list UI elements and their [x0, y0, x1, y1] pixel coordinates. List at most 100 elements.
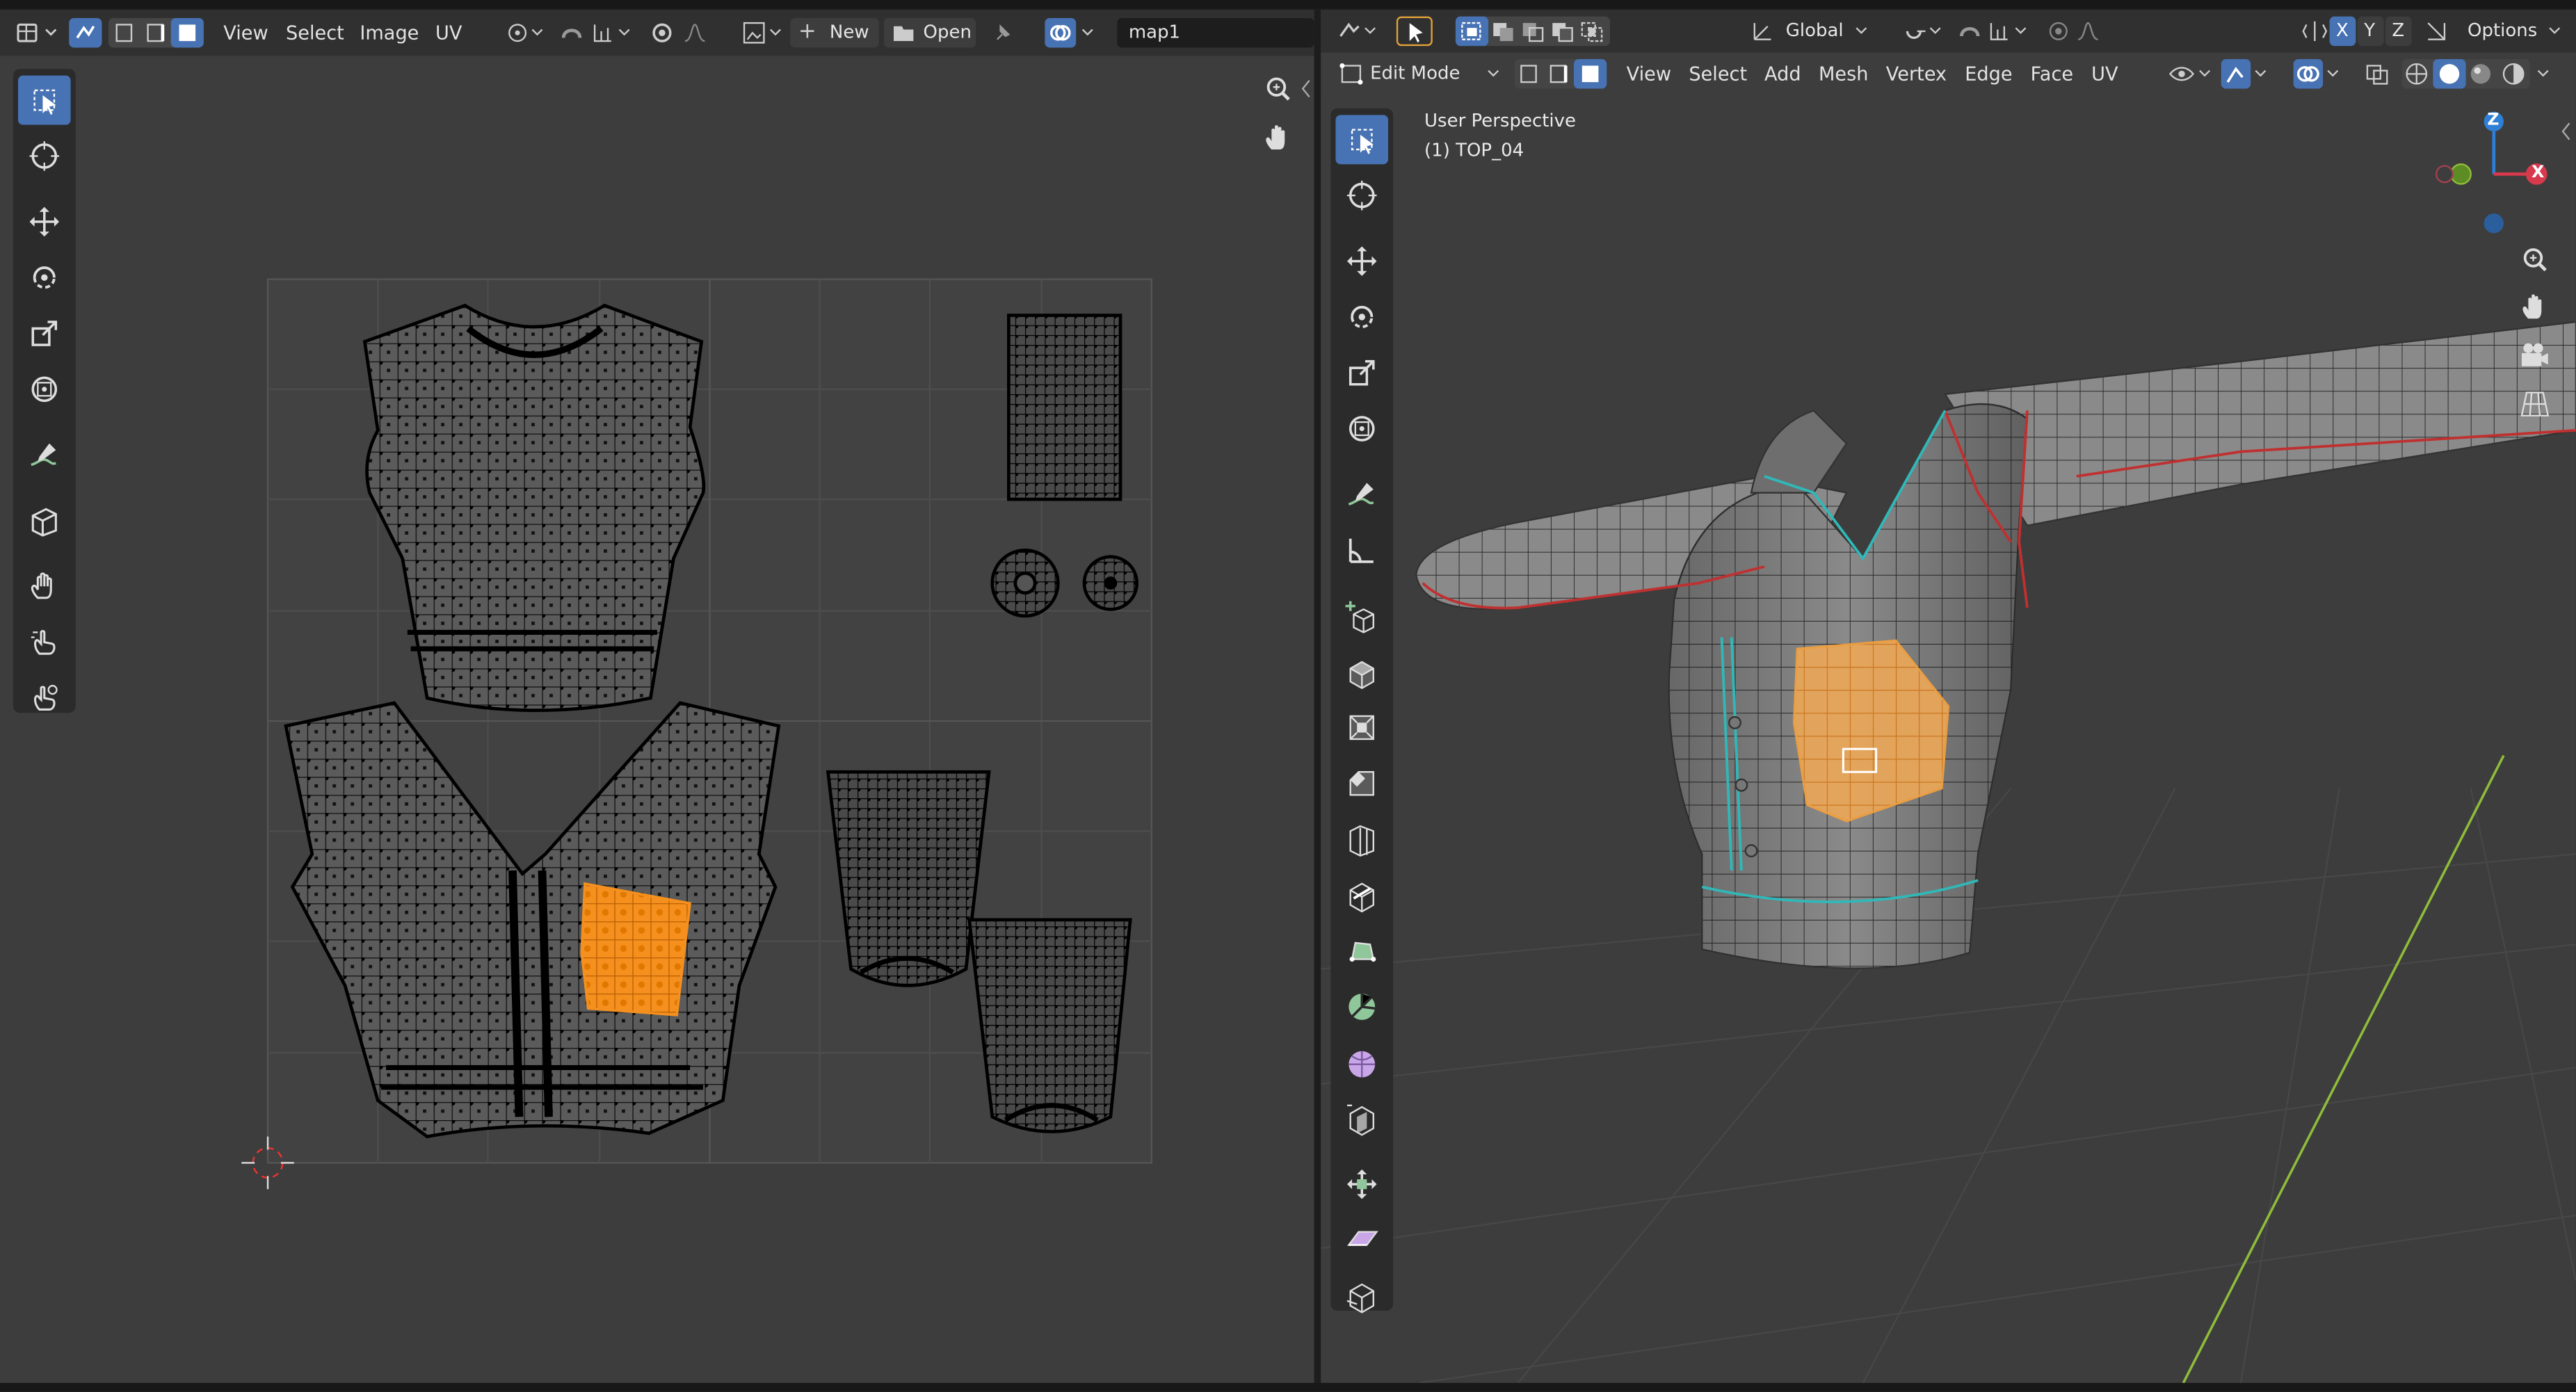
viewport-cursor-tool[interactable] — [1335, 171, 1388, 220]
transform-orientation-dropdown[interactable]: Global — [1745, 17, 1876, 47]
visibility-icon[interactable] — [2165, 59, 2214, 89]
3d-viewport: Global X Y Z Options Edit Mode View Sele… — [1321, 10, 2576, 1383]
select-box-icon — [1351, 129, 1374, 155]
viewport-shear-tool[interactable] — [1335, 1215, 1388, 1265]
viewport-edge-slide-tool[interactable] — [1335, 1094, 1388, 1143]
viewport-knife-tool[interactable] — [1335, 871, 1388, 920]
viewport-bevel-tool[interactable] — [1335, 759, 1388, 808]
viewport-spin-tool[interactable] — [1335, 982, 1388, 1032]
scale-icon — [1349, 359, 1375, 386]
mirror-y-button[interactable]: Y — [2357, 16, 2384, 47]
face-menu[interactable]: Face — [2031, 56, 2073, 92]
viewport-smooth-tool[interactable] — [1335, 1038, 1388, 1087]
gizmo-z-label: Z — [2487, 111, 2499, 130]
overlays-3d-toggle[interactable] — [2293, 59, 2324, 89]
active-tool-box[interactable] — [1396, 16, 1433, 47]
mirror-x-button[interactable]: X — [2329, 16, 2356, 47]
view-menu[interactable]: View — [1627, 56, 1671, 92]
perspective-toggle-icon[interactable] — [2517, 386, 2553, 422]
uv-canvas[interactable] — [0, 10, 1314, 1383]
viewport-toolbar — [1330, 108, 1394, 1313]
extrude-icon — [1349, 661, 1374, 690]
viewport-zoom-icon[interactable] — [2517, 243, 2553, 280]
uv-island-sleeve-left — [826, 770, 991, 987]
snap-3d-target-dropdown[interactable] — [1985, 17, 2034, 47]
auto-merge-icon[interactable] — [2422, 17, 2452, 47]
viewport-transform-tool[interactable] — [1335, 404, 1388, 453]
viewport-pan-icon[interactable] — [2517, 289, 2553, 325]
xray-toggle[interactable] — [2362, 59, 2392, 89]
viewport-scale-tool[interactable] — [1335, 348, 1388, 398]
falloff-3d-dropdown[interactable] — [2073, 17, 2119, 47]
viewport-sidebar-arrow[interactable] — [2559, 118, 2573, 141]
select-menu[interactable]: Select — [1689, 56, 1747, 92]
mesh-menu[interactable]: Mesh — [1819, 56, 1869, 92]
mesh-right-arm — [1943, 321, 2576, 527]
status-bar — [0, 1382, 2576, 1391]
smooth-icon — [1349, 1051, 1376, 1078]
viewport-rotate-tool[interactable] — [1335, 292, 1388, 341]
invert-selection-button[interactable] — [1547, 17, 1577, 47]
material-shading-button[interactable] — [2466, 59, 2497, 89]
orientation-label: Global — [1785, 19, 1844, 42]
snap-3d-toggle[interactable] — [1955, 17, 1985, 47]
proportional-3d-toggle[interactable] — [2044, 17, 2074, 47]
chevron-down-icon — [1855, 27, 1867, 34]
uv-selected-faces — [580, 882, 692, 1017]
rendered-shading-button[interactable] — [2497, 59, 2530, 89]
viewport-add-cube-tool[interactable] — [1335, 591, 1388, 640]
viewport-loop-cut-tool[interactable] — [1335, 815, 1388, 864]
viewport-extrude-tool[interactable] — [1335, 647, 1388, 697]
wireframe-shading-button[interactable] — [2402, 59, 2433, 89]
area-splitter[interactable] — [1314, 10, 1321, 1383]
add-menu[interactable]: Add — [1764, 56, 1801, 92]
transform-pivot-dropdown[interactable] — [1899, 17, 1949, 47]
intersect-selection-button[interactable] — [1577, 17, 1610, 47]
3d-scene-canvas[interactable] — [1321, 94, 2576, 1383]
viewport-rip-tool[interactable] — [1335, 1271, 1388, 1320]
workspace-tabs-strip[interactable] — [0, 0, 2576, 8]
measure-icon — [1349, 538, 1374, 563]
mode-dropdown[interactable]: Edit Mode — [1334, 59, 1505, 89]
extend-selection-button[interactable] — [1488, 17, 1518, 47]
add-cube-icon — [1345, 601, 1374, 633]
navigation-gizmo[interactable]: Z X — [2431, 105, 2563, 253]
solid-shading-button[interactable] — [2433, 59, 2466, 89]
edge-menu[interactable]: Edge — [1965, 56, 2012, 92]
perspective-label: User Perspective — [1424, 110, 1577, 131]
spin-icon — [1349, 994, 1376, 1020]
chevron-down-icon — [2549, 27, 2561, 34]
edge-mode-button[interactable] — [1544, 59, 1574, 89]
viewport-shrink-fatten-tool[interactable] — [1335, 1160, 1388, 1209]
viewport-select-box-tool[interactable] — [1335, 115, 1389, 165]
uv-editor: View Select Image UV + New Open map1 — [0, 10, 1314, 1383]
camera-view-icon[interactable] — [2517, 339, 2553, 375]
edit-mode-icon — [1339, 63, 1363, 85]
y-axis-line — [2182, 754, 2505, 1383]
overlays-3d-dropdown[interactable] — [2323, 59, 2346, 89]
uv-menu[interactable]: UV — [2091, 56, 2118, 92]
viewport-measure-tool[interactable] — [1335, 526, 1388, 575]
vertex-mode-button[interactable] — [1515, 59, 1545, 89]
shading-dropdown[interactable] — [2534, 59, 2557, 89]
face-mode-button[interactable] — [1573, 59, 1607, 89]
vertex-menu[interactable]: Vertex — [1886, 56, 1947, 92]
viewport-inset-tool[interactable] — [1335, 703, 1388, 752]
rotate-icon — [1351, 305, 1374, 328]
gizmo-dropdown[interactable] — [2251, 59, 2273, 89]
viewport-move-tool[interactable] — [1335, 236, 1388, 286]
viewport-annotate-tool[interactable] — [1335, 470, 1388, 519]
mesh-collar — [1750, 410, 1848, 494]
subtract-selection-button[interactable] — [1518, 17, 1548, 47]
editor-type-3d-dropdown[interactable] — [1334, 17, 1383, 47]
annotate-icon — [1348, 483, 1374, 505]
mirror-z-button[interactable]: Z — [2385, 16, 2412, 47]
gizmo-toggle[interactable] — [2221, 59, 2251, 89]
viewport-poly-build-tool[interactable] — [1335, 926, 1388, 976]
new-selection-button[interactable] — [1455, 16, 1489, 47]
cursor-icon — [1347, 180, 1377, 211]
options-dropdown[interactable]: Options — [2457, 16, 2570, 47]
inset-icon — [1349, 715, 1374, 740]
mirror-icon[interactable] — [2300, 17, 2330, 47]
blender-window: View Select Image UV + New Open map1 Glo… — [0, 0, 2576, 1391]
